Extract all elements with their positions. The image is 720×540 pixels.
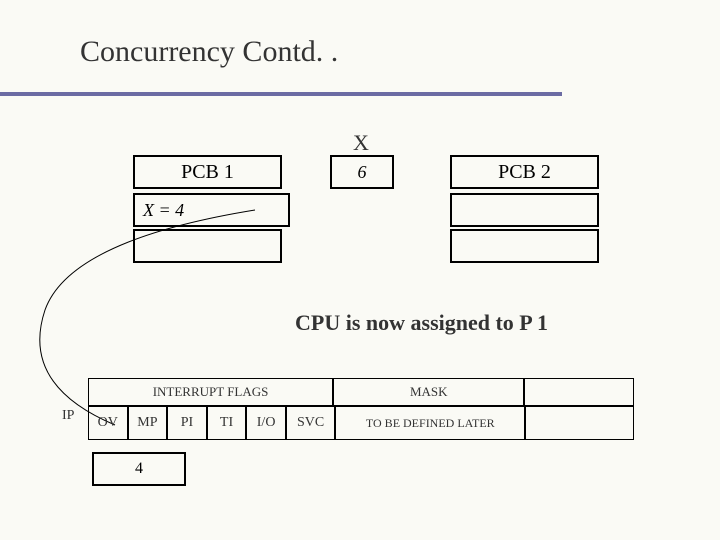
pcb2-row1	[450, 193, 599, 227]
hdr-mask: MASK	[333, 378, 524, 406]
cell-ti: TI	[207, 406, 247, 440]
cell-svc: SVC	[286, 406, 335, 440]
slide-title: Concurrency Contd. .	[80, 35, 338, 69]
hdr-interrupt-flags: INTERRUPT FLAGS	[88, 378, 333, 406]
x-value-box: 6	[330, 155, 394, 189]
pcb1-row1: X = 4	[133, 193, 290, 227]
flags-table: INTERRUPT FLAGS MASK OV MP PI TI I/O SVC…	[88, 378, 634, 440]
cpu-caption: CPU is now assigned to P 1	[295, 310, 548, 336]
pcb2-row2	[450, 229, 599, 263]
title-underline	[0, 92, 562, 96]
cell-pi: PI	[167, 406, 207, 440]
variable-x-label: X	[353, 130, 369, 156]
cell-mp: MP	[128, 406, 168, 440]
pcb2-header: PCB 2	[450, 155, 599, 189]
pcb1-row2	[133, 229, 282, 263]
hdr-blank	[524, 378, 634, 406]
cell-ov: OV	[88, 406, 128, 440]
cell-io: I/O	[246, 406, 286, 440]
ip-label: IP	[62, 408, 74, 424]
pcb1-header: PCB 1	[133, 155, 282, 189]
cell-mask: TO BE DEFINED LATER	[335, 406, 525, 440]
ip-box: 4	[92, 452, 186, 486]
cell-blank	[525, 406, 634, 440]
